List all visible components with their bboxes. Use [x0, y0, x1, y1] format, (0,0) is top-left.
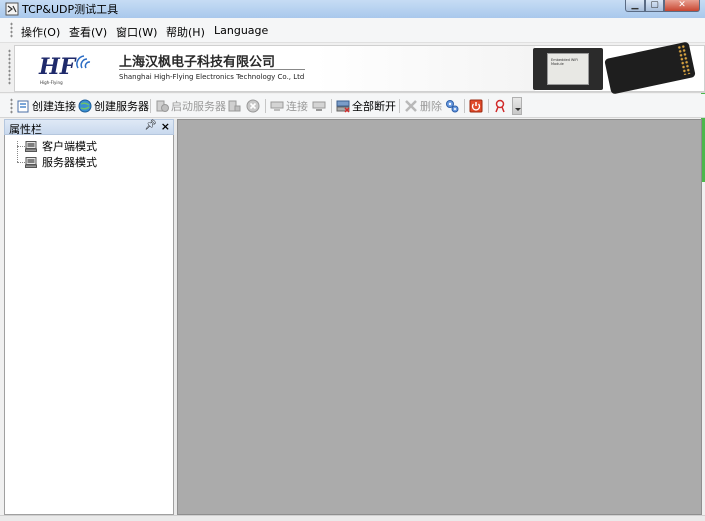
title-bar: TCP&UDP测试工具 ▁ ▢ ✕	[0, 0, 705, 18]
tree-item-server-mode[interactable]: 服务器模式	[25, 155, 97, 169]
toolbar-grip[interactable]	[10, 98, 13, 114]
new-connection-icon	[17, 100, 29, 113]
about-button[interactable]	[493, 98, 507, 114]
hf-logo: HF	[39, 54, 76, 80]
tree-item-client-mode[interactable]: 客户端模式	[25, 139, 97, 153]
wireless-waves-icon	[76, 55, 91, 69]
gears-icon	[446, 100, 459, 113]
connect-icon	[270, 101, 284, 111]
wifi-module-image: Embedded WiFi Module	[533, 48, 603, 90]
stop-server-button[interactable]	[227, 98, 241, 114]
cancel-circle-icon	[246, 99, 260, 113]
pin-icon[interactable]: 📌︎	[144, 120, 157, 131]
banner-background	[315, 46, 535, 91]
tree-connector	[17, 141, 18, 162]
panel-close-icon[interactable]: ×	[161, 120, 170, 133]
disconnect-icon	[312, 101, 326, 111]
delete-button[interactable]: 删除	[404, 98, 442, 114]
connect-button[interactable]: 连接	[270, 98, 308, 114]
toolbar-separator	[488, 99, 489, 113]
status-bar	[0, 515, 705, 521]
menu-language[interactable]: Language	[214, 24, 268, 37]
disconnect-all-button[interactable]: 全部断开	[336, 98, 396, 114]
delete-x-icon	[405, 100, 417, 112]
globe-server-icon	[78, 99, 92, 113]
power-button[interactable]	[469, 98, 483, 114]
power-icon	[469, 99, 483, 113]
disconnect-all-icon	[336, 100, 350, 113]
logo-subtitle: High-Flying	[40, 80, 63, 85]
close-button[interactable]: ✕	[664, 0, 700, 12]
workspace-area[interactable]	[177, 119, 702, 515]
start-server-icon	[156, 100, 169, 112]
create-connection-button[interactable]: 创建连接	[16, 98, 76, 114]
menu-grip[interactable]	[10, 22, 13, 38]
tree-item-label: 服务器模式	[42, 156, 97, 169]
menu-bar: 操作(O) 查看(V) 窗口(W) 帮助(H) Language	[0, 18, 705, 43]
banner: HF High-Flying 上海汉枫电子科技有限公司 Shanghai Hig…	[0, 41, 705, 95]
client-computer-icon	[25, 140, 37, 152]
toolbar-separator	[399, 99, 400, 113]
toolbar-overflow-button[interactable]	[512, 97, 522, 115]
property-panel-header: 属性栏 📌︎ ×	[4, 119, 174, 136]
menu-operate[interactable]: 操作(O)	[21, 24, 60, 40]
company-banner: HF High-Flying 上海汉枫电子科技有限公司 Shanghai Hig…	[14, 41, 705, 95]
app-icon	[5, 2, 19, 16]
maximize-button[interactable]: ▢	[645, 0, 664, 12]
tree-connector	[17, 146, 25, 147]
toolbar-separator	[331, 99, 332, 113]
toolbar-separator	[464, 99, 465, 113]
create-connection-label: 创建连接	[32, 100, 76, 113]
delete-label: 删除	[420, 100, 442, 113]
menu-help[interactable]: 帮助(H)	[166, 24, 205, 40]
banner-grip	[8, 49, 11, 85]
stop-server-icon	[228, 100, 241, 112]
disconnect-all-label: 全部断开	[352, 100, 396, 113]
menu-window[interactable]: 窗口(W)	[116, 24, 157, 40]
settings-button[interactable]	[445, 98, 459, 114]
company-name-en: Shanghai High-Flying Electronics Technol…	[119, 73, 305, 81]
start-server-label: 启动服务器	[171, 100, 226, 113]
company-name-cn: 上海汉枫电子科技有限公司	[119, 55, 276, 70]
module-label: Embedded WiFi Module	[551, 58, 579, 66]
tree-connector	[17, 162, 25, 163]
module-chip: Embedded WiFi Module	[547, 53, 589, 85]
tree-item-label: 客户端模式	[42, 140, 97, 153]
circuit-board-image	[604, 41, 696, 95]
create-server-button[interactable]: 创建服务器	[78, 98, 149, 114]
server-computer-icon	[25, 156, 37, 168]
create-server-label: 创建服务器	[94, 100, 149, 113]
connect-label: 连接	[286, 100, 308, 113]
disconnect-button[interactable]	[312, 98, 326, 114]
minimize-button[interactable]: ▁	[625, 0, 645, 12]
about-ribbon-icon	[495, 99, 505, 113]
start-server-button[interactable]: 启动服务器	[155, 98, 226, 114]
menu-view[interactable]: 查看(V)	[69, 24, 107, 40]
window-title: TCP&UDP测试工具	[22, 3, 119, 16]
toolbar-separator	[150, 99, 151, 113]
cancel-button[interactable]	[246, 98, 260, 114]
board-pins	[676, 44, 692, 76]
toolbar: 创建连接 创建服务器 启动服务器 连接 全部断开 删除	[0, 94, 705, 118]
banner-divider	[119, 69, 305, 70]
toolbar-separator	[265, 99, 266, 113]
property-panel: 客户端模式 服务器模式	[4, 135, 174, 515]
